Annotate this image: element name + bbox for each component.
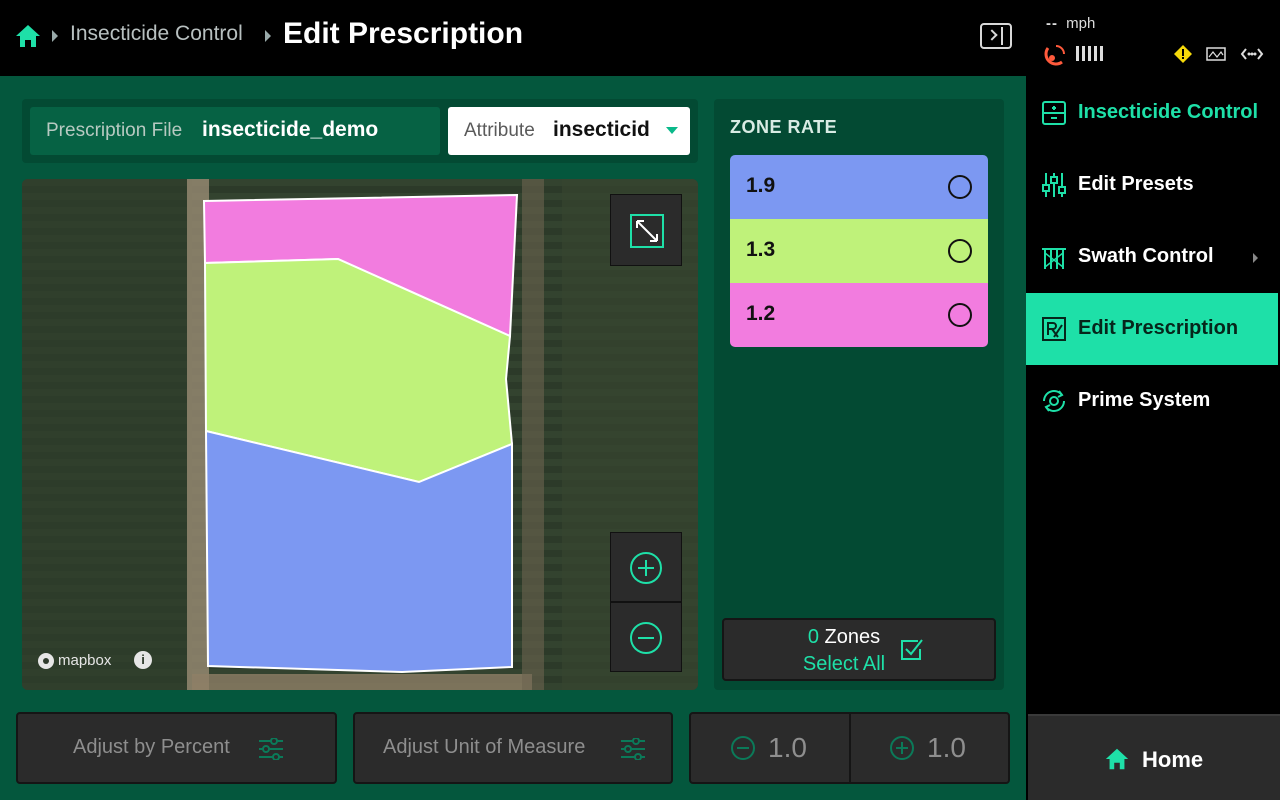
speed-unit: mph [1066, 15, 1096, 32]
insecticide-control-icon [1042, 101, 1066, 125]
attribute-value: insecticid [553, 118, 650, 141]
mapbox-attribution: mapbox [58, 652, 112, 669]
expand-map-button[interactable] [610, 194, 682, 266]
prescription-file-field[interactable]: Prescription File insecticide_demo [30, 107, 440, 155]
increment-button[interactable]: 1.0 [851, 714, 1008, 782]
zone-radio[interactable] [948, 175, 972, 199]
sidebar-item-edit-prescription[interactable]: Edit Prescription [1026, 293, 1278, 365]
info-icon[interactable]: i [134, 651, 152, 669]
adjust-unit-of-measure-label: Adjust Unit of Measure [383, 736, 586, 758]
signal-strength-icon [1076, 46, 1103, 61]
sidebar-item-label: Edit Prescription [1078, 317, 1239, 339]
select-all-button[interactable]: 0 Zones Select All [722, 618, 996, 681]
adjust-unit-of-measure-button[interactable]: Adjust Unit of Measure [353, 712, 673, 784]
breadcrumb-separator-icon [265, 30, 271, 42]
prescription-icon [1042, 317, 1066, 341]
zone-rate-value: 1.3 [746, 238, 776, 261]
sliders-icon [259, 738, 283, 760]
breadcrumb-separator-icon [52, 30, 58, 42]
swath-icon [1042, 248, 1066, 269]
zoom-out-icon [630, 622, 662, 654]
prescription-file-value: insecticide_demo [202, 118, 379, 141]
home-icon[interactable] [14, 22, 42, 50]
sidebar-item-label: Prime System [1078, 389, 1211, 411]
breadcrumb-insecticide-control[interactable]: Insecticide Control [70, 22, 243, 46]
zone-row[interactable]: 1.9 [730, 155, 988, 219]
decrement-value: 1.0 [768, 732, 807, 763]
warning-icon[interactable] [1173, 44, 1193, 64]
zone-radio[interactable] [948, 303, 972, 327]
speed-readout: -- mph [1046, 15, 1095, 32]
zone-rate-value: 1.9 [746, 174, 776, 197]
sidebar-item-edit-presets[interactable]: Edit Presets [1026, 149, 1278, 221]
prescription-map[interactable]: mapbox i [22, 179, 698, 690]
dropdown-caret-icon [666, 127, 678, 134]
checkbox-icon [901, 639, 923, 660]
zone-rate-title: ZONE RATE [730, 117, 838, 137]
increment-value: 1.0 [927, 732, 966, 763]
sidebar-item-label: Edit Presets [1078, 173, 1194, 195]
home-icon [1105, 748, 1129, 770]
map-canvas [22, 179, 698, 690]
sliders-icon [621, 738, 645, 760]
zone-row[interactable]: 1.2 [730, 283, 988, 347]
sidebar-item-label: Insecticide Control [1078, 101, 1259, 123]
sidebar-item-prime-system[interactable]: Prime System [1026, 365, 1278, 437]
zoom-out-button[interactable] [610, 602, 682, 672]
adjust-by-percent-label: Adjust by Percent [73, 736, 230, 758]
rate-stepper: 1.0 1.0 [689, 712, 1010, 784]
panel-toggle-button[interactable] [980, 23, 1012, 49]
plus-circle-icon [890, 736, 914, 760]
connection-icon[interactable] [1240, 45, 1264, 63]
implement-icon[interactable] [1206, 46, 1226, 62]
sidebar-item-label: Swath Control [1078, 245, 1214, 267]
chevron-right-icon [986, 29, 998, 41]
zone-rate-panel: ZONE RATE 1.9 1.3 1.2 0 Zones Select All [714, 99, 1004, 690]
zone-radio[interactable] [948, 239, 972, 263]
page-title: Edit Prescription [283, 17, 524, 50]
right-sidebar: -- mph Insecticide Control Edit Presets … [1026, 0, 1280, 800]
chevron-right-icon [1253, 253, 1258, 263]
zone-rate-value: 1.2 [746, 302, 776, 325]
expand-icon [630, 214, 664, 248]
zone-list: 1.9 1.3 1.2 [730, 155, 988, 347]
attribute-label: Attribute [464, 120, 535, 141]
attribute-dropdown[interactable]: Attribute insecticid [448, 107, 690, 155]
zones-count: 0 Zones [724, 626, 964, 649]
sliders-icon [1042, 173, 1066, 197]
prime-icon [1043, 390, 1065, 412]
adjust-by-percent-button[interactable]: Adjust by Percent [16, 712, 337, 784]
zoom-in-icon [630, 552, 662, 584]
prescription-file-label: Prescription File [46, 120, 183, 141]
selected-zone-count: 0 [807, 626, 819, 648]
mapbox-logo[interactable]: mapbox [38, 652, 111, 669]
zoom-in-button[interactable] [610, 532, 682, 602]
sidebar-item-swath-control[interactable]: Swath Control [1026, 221, 1278, 293]
main-content: Prescription File insecticide_demo Attri… [0, 76, 1026, 800]
sidebar-item-insecticide-control[interactable]: Insecticide Control [1026, 77, 1278, 149]
minus-circle-icon [731, 736, 755, 760]
speed-value: -- [1046, 15, 1058, 32]
prescription-file-bar: Prescription File insecticide_demo Attri… [22, 99, 698, 163]
decrement-button[interactable]: 1.0 [691, 714, 849, 782]
gps-antenna-icon[interactable] [1044, 42, 1068, 66]
select-all-label: Select All [802, 653, 886, 675]
home-button-label: Home [1142, 747, 1204, 772]
mapbox-logo-icon [38, 652, 54, 669]
home-button[interactable]: Home [1028, 714, 1280, 800]
zone-row[interactable]: 1.3 [730, 219, 988, 283]
zone-polygon-1-9[interactable] [204, 429, 513, 674]
header-bar: Insecticide Control Edit Prescription [0, 0, 1026, 76]
zones-label: Zones [824, 626, 881, 648]
